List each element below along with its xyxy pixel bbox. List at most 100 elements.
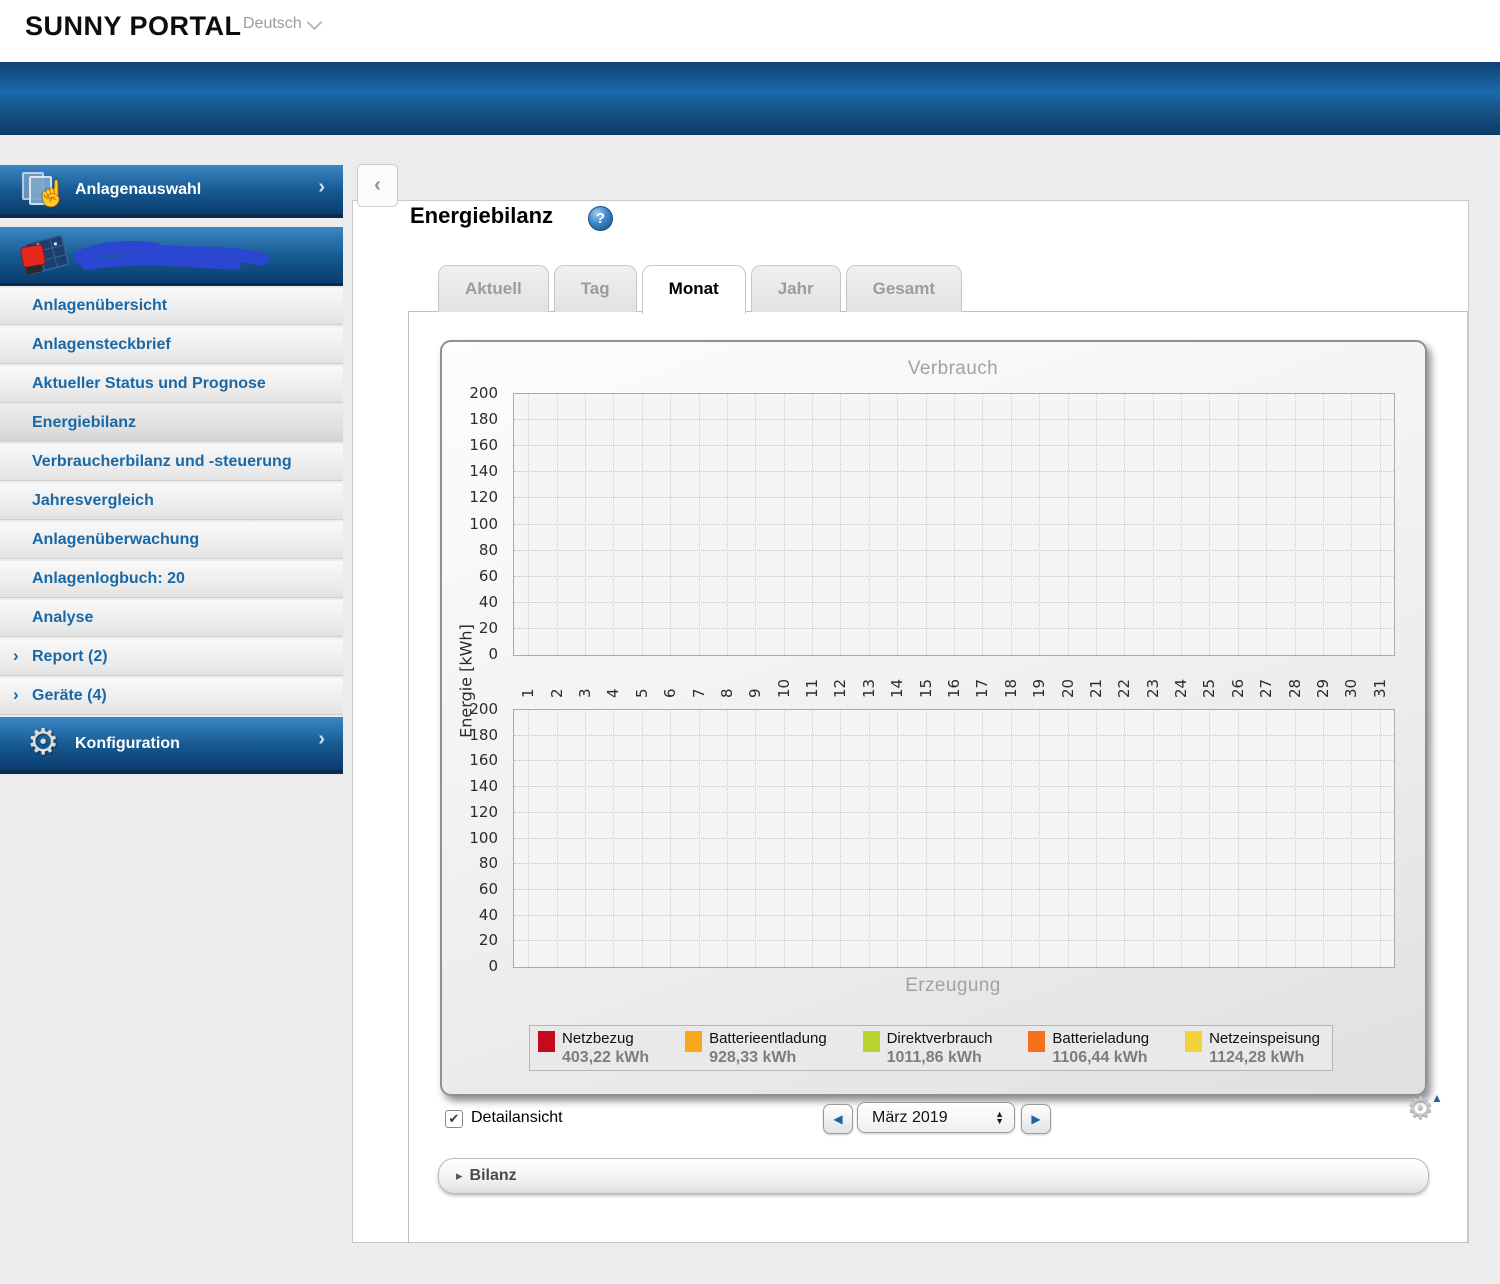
chart-settings-gear-icon[interactable]: ⚙: [1407, 1094, 1434, 1124]
legend-item-direktverbrauch: Direktverbrauch1011,86 kWh: [863, 1030, 993, 1070]
sidebar-item-label: Aktueller Status und Prognose: [32, 375, 266, 393]
legend-item-netzbezug: Netzbezug403,22 kWh: [538, 1030, 649, 1070]
chart-legend: Netzbezug403,22 kWhBatterieentladung928,…: [529, 1025, 1333, 1071]
legend-item-netzeinspeisung: Netzeinspeisung1124,28 kWh: [1185, 1030, 1320, 1070]
language-selector[interactable]: Deutsch: [243, 15, 320, 33]
sidebar-item-anlagenüberwachung[interactable]: Anlagenüberwachung: [0, 522, 343, 559]
gridline: [954, 710, 955, 967]
gridline: [1039, 394, 1040, 655]
legend-value: 928,33 kWh: [709, 1049, 827, 1067]
check-icon: ✔: [449, 1111, 460, 1127]
gridline: [1323, 710, 1324, 967]
sidebar-item-report-2[interactable]: ›Report (2): [0, 639, 343, 676]
day-label: 11: [803, 679, 821, 698]
y-tick-label: 60: [479, 880, 498, 898]
tab-monat[interactable]: Monat: [642, 265, 746, 314]
tab-aktuell[interactable]: Aktuell: [438, 265, 549, 312]
day-label: 13: [860, 679, 878, 698]
gridline: [869, 710, 870, 967]
detailansicht-checkbox[interactable]: ✔: [445, 1110, 463, 1128]
gridline: [1209, 394, 1210, 655]
gridline: [1068, 394, 1069, 655]
month-select[interactable]: März 2019 ▲▼: [857, 1102, 1015, 1133]
tab-bar: AktuellTagMonatJahrGesamt: [438, 265, 962, 312]
day-label: 3: [576, 688, 594, 698]
gridline: [1153, 710, 1154, 967]
gridline: [642, 394, 643, 655]
tab-tag[interactable]: Tag: [554, 265, 637, 312]
gridline: [840, 710, 841, 967]
gear-badge-arrow-icon[interactable]: ▲: [1431, 1091, 1443, 1105]
day-label: 26: [1229, 679, 1247, 698]
day-label: 31: [1371, 679, 1389, 698]
select-spinner-icon: ▲▼: [995, 1111, 1004, 1125]
gridline: [982, 710, 983, 967]
gridline: [699, 710, 700, 967]
sidebar-header-label: Anlagenauswahl: [75, 181, 201, 199]
plant-name-redacted: [72, 235, 272, 277]
sidebar-collapse-button[interactable]: ‹: [357, 164, 398, 207]
sidebar-item-aktueller-status-und-prognose[interactable]: Aktueller Status und Prognose: [0, 366, 343, 403]
legend-name: Batterieladung: [1052, 1030, 1149, 1048]
gridline: [528, 394, 529, 655]
sidebar-item-anlagensteckbrief[interactable]: Anlagensteckbrief: [0, 327, 343, 364]
expand-arrow-icon: ▸: [456, 1168, 463, 1184]
day-label: 10: [775, 679, 793, 698]
gridline: [1351, 394, 1352, 655]
plot-verbrauch: [513, 393, 1395, 656]
tab-gesamt[interactable]: Gesamt: [846, 265, 962, 312]
y-tick-label: 100: [469, 829, 498, 847]
y-tick-label: 0: [488, 645, 498, 663]
sidebar-item-energiebilanz[interactable]: Energiebilanz: [0, 405, 343, 442]
sidebar-item-geräte-4[interactable]: ›Geräte (4): [0, 678, 343, 715]
gridline: [1011, 394, 1012, 655]
header-banner: [0, 62, 1500, 135]
y-tick-label: 80: [479, 854, 498, 872]
y-tick-label: 80: [479, 541, 498, 559]
gridline: [1209, 710, 1210, 967]
day-label: 27: [1257, 679, 1275, 698]
plant-selection-icon: ☝: [22, 172, 62, 210]
sidebar-item-label: Analyse: [32, 609, 93, 627]
day-label: 18: [1002, 679, 1020, 698]
day-label: 7: [690, 688, 708, 698]
gridline: [670, 710, 671, 967]
bilanz-expander[interactable]: ▸ Bilanz: [438, 1158, 1429, 1194]
language-label: Deutsch: [243, 15, 302, 33]
sidebar-item-anlagenübersicht[interactable]: Anlagenübersicht: [0, 288, 343, 325]
detailansicht-label: Detailansicht: [471, 1109, 563, 1127]
y-tick-label: 200: [469, 384, 498, 402]
gridline: [1295, 710, 1296, 967]
gridline: [699, 394, 700, 655]
y-tick-label: 20: [479, 619, 498, 637]
sidebar-item-analyse[interactable]: Analyse: [0, 600, 343, 637]
y-tick-label: 180: [469, 410, 498, 428]
tab-jahr[interactable]: Jahr: [751, 265, 841, 312]
sidebar-item-label: Energiebilanz: [32, 414, 136, 432]
day-label: 23: [1144, 679, 1162, 698]
sidebar-item-verbraucherbilanz-und-steuerung[interactable]: Verbraucherbilanz und -steuerung: [0, 444, 343, 481]
sidebar-item-anlagenlogbuch-20[interactable]: Anlagenlogbuch: 20: [0, 561, 343, 598]
previous-month-button[interactable]: ◀: [823, 1104, 853, 1134]
legend-value: 1011,86 kWh: [887, 1049, 993, 1067]
sidebar-header-anlagenauswahl[interactable]: ☝ Anlagenauswahl ›: [0, 165, 343, 218]
gridline: [897, 710, 898, 967]
next-month-button[interactable]: ▶: [1021, 1104, 1051, 1134]
gridline: [755, 710, 756, 967]
sidebar-header-konfiguration[interactable]: ⚙ Konfiguration ›: [0, 717, 343, 774]
help-icon[interactable]: ?: [588, 206, 613, 231]
day-label: 6: [661, 688, 679, 698]
plot-erzeugung: [513, 709, 1395, 968]
y-tick-label: 140: [469, 462, 498, 480]
legend-swatch-batterieladung: [1028, 1031, 1045, 1052]
day-label: 28: [1286, 679, 1304, 698]
gridline: [1181, 710, 1182, 967]
day-label: 2: [548, 688, 566, 698]
sidebar-plant-row[interactable]: [0, 227, 343, 286]
gridline: [1096, 710, 1097, 967]
gridline: [1351, 710, 1352, 967]
gridline: [812, 394, 813, 655]
sidebar-item-jahresvergleich[interactable]: Jahresvergleich: [0, 483, 343, 520]
arrow-right-icon: ▶: [1031, 1112, 1040, 1126]
y-tick-label: 20: [479, 931, 498, 949]
